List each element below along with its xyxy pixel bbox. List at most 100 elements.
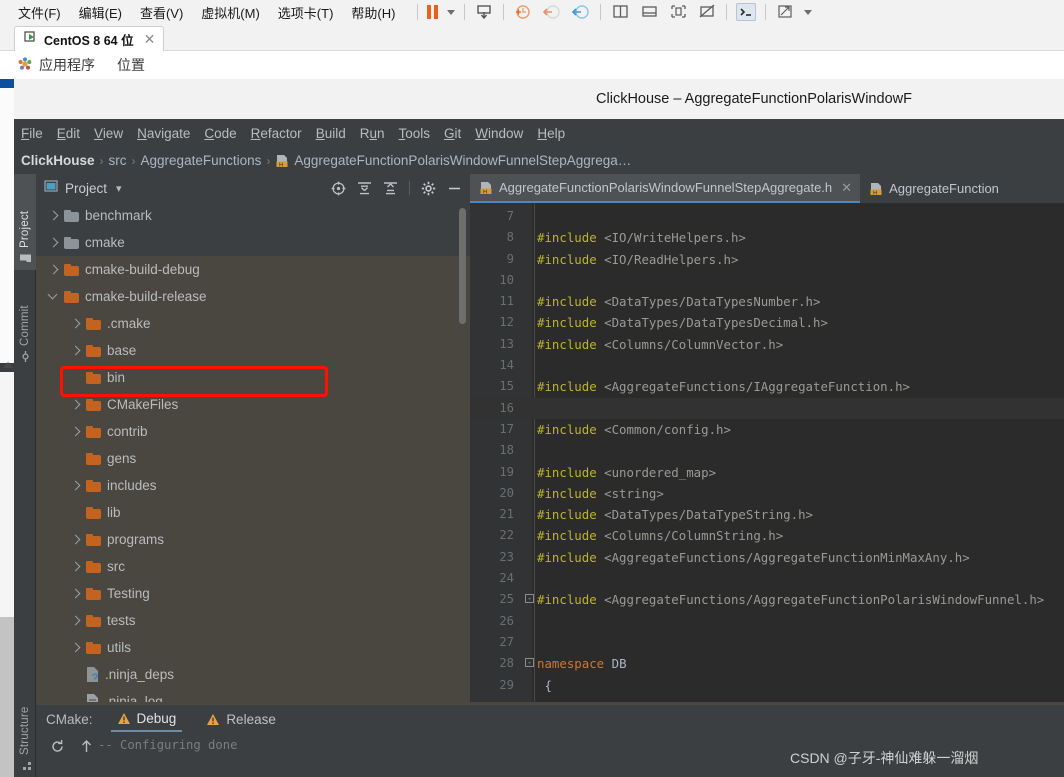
vm-menu-tabs[interactable]: 选项卡(T) (278, 3, 334, 22)
layout-stacked-icon[interactable] (639, 3, 659, 21)
tree-item-cmakefiles[interactable]: CMakeFiles (36, 391, 470, 418)
code-line[interactable]: 27 (470, 632, 1064, 653)
code-line[interactable]: 25 - #include <AggregateFunctions/Aggregat… (470, 589, 1064, 610)
tree-item-utils[interactable]: utils (36, 634, 470, 661)
editor-tab-0[interactable]: H AggregateFunctionPolarisWindowFunnelSte… (470, 174, 861, 203)
chevron-right-icon[interactable] (70, 642, 82, 654)
sidebar-item-commit[interactable]: Commit (14, 274, 36, 368)
ide-menu-file[interactable]: File (21, 126, 43, 141)
vm-menu-file[interactable]: 文件(F) (18, 3, 61, 22)
gnome-places-menu[interactable]: 位置 (117, 55, 145, 75)
chevron-right-icon[interactable] (70, 345, 82, 357)
ide-menu-window[interactable]: Window (475, 126, 523, 141)
code-line[interactable]: 17 #include <Common/config.h> (470, 419, 1064, 440)
code-line[interactable]: 29 { (470, 675, 1064, 696)
cmake-tab-debug[interactable]: Debug (110, 707, 183, 732)
code-line[interactable]: 20 #include <string> (470, 483, 1064, 504)
chevron-right-icon[interactable] (48, 237, 60, 249)
tree-item-programs[interactable]: programs (36, 526, 470, 553)
ide-menu-navigate[interactable]: Navigate (137, 126, 190, 141)
code-line[interactable]: 13 #include <Columns/ColumnVector.h> (470, 334, 1064, 355)
chevron-right-icon[interactable] (48, 210, 60, 222)
cmake-tab-release[interactable]: Release (200, 707, 282, 732)
code-line[interactable]: 21 #include <DataTypes/DataTypeString.h> (470, 504, 1064, 525)
chevron-right-icon[interactable] (70, 399, 82, 411)
vm-menu-help[interactable]: 帮助(H) (351, 3, 395, 22)
no-display-icon[interactable] (697, 3, 717, 21)
tree-item-base[interactable]: base (36, 337, 470, 364)
ide-menu-view[interactable]: View (94, 126, 123, 141)
tree-item-cmake-build-debug[interactable]: cmake-build-debug (36, 256, 470, 283)
code-line[interactable]: 10 (470, 270, 1064, 291)
breadcrumb-item-clickhouse[interactable]: ClickHouse (21, 153, 95, 168)
vm-tab-centos[interactable]: CentOS 8 64 位 ✕ (14, 26, 165, 51)
editor-tab-1[interactable]: H AggregateFunction (860, 174, 1007, 203)
tree-item-ninja_deps[interactable]: .ninja_deps (36, 661, 470, 688)
ide-menu-tools[interactable]: Tools (399, 126, 431, 141)
tree-item-bin[interactable]: bin (36, 364, 470, 391)
fullscreen-caret-icon[interactable] (804, 9, 813, 15)
snapshot-revert-icon[interactable] (542, 3, 562, 21)
ide-menu-code[interactable]: Code (204, 126, 236, 141)
code-line[interactable]: 8 #include <IO/WriteHelpers.h> (470, 227, 1064, 248)
code-fold-marker[interactable]: - (525, 658, 534, 668)
pause-icon[interactable] (427, 5, 439, 19)
tree-item-testing[interactable]: Testing (36, 580, 470, 607)
snapshot-take-icon[interactable] (513, 3, 533, 21)
rerun-cmake-icon[interactable] (50, 739, 65, 754)
code-line[interactable]: 23 #include <AggregateFunctions/Aggregate… (470, 547, 1064, 568)
code-line[interactable]: 22 #include <Columns/ColumnString.h> (470, 525, 1064, 546)
chevron-down-icon[interactable]: ▾ (116, 182, 122, 195)
ide-menu-git[interactable]: Git (444, 126, 461, 141)
snapshot-manager-icon[interactable] (571, 3, 591, 21)
chevron-right-icon[interactable] (48, 264, 60, 276)
project-tree[interactable]: benchmark cmake cmake-build-debug cmake-bui… (36, 202, 470, 702)
tree-item-gens[interactable]: gens (36, 445, 470, 472)
vm-menu-edit[interactable]: 编辑(E) (79, 3, 122, 22)
chevron-right-icon[interactable] (70, 426, 82, 438)
code-line[interactable]: 7 (470, 206, 1064, 227)
code-line[interactable]: 26 (470, 611, 1064, 632)
code-line[interactable]: 14 (470, 355, 1064, 376)
breadcrumb-item-src[interactable]: src (109, 153, 127, 168)
code-line[interactable]: 19 #include <unordered_map> (470, 462, 1064, 483)
tree-item-src[interactable]: src (36, 553, 470, 580)
expand-all-icon[interactable] (357, 181, 372, 196)
layout-sidebyside-icon[interactable] (610, 3, 630, 21)
code-line[interactable]: 9 #include <IO/ReadHelpers.h> (470, 249, 1064, 270)
collapse-all-icon[interactable] (383, 181, 398, 196)
tree-item-cmake[interactable]: cmake (36, 229, 470, 256)
tree-item-cmake-build-release[interactable]: cmake-build-release (36, 283, 470, 310)
tree-item-contrib[interactable]: contrib (36, 418, 470, 445)
settings-gear-icon[interactable] (421, 181, 436, 196)
ide-menu-refactor[interactable]: Refactor (251, 126, 302, 141)
hide-panel-icon[interactable] (447, 181, 462, 196)
tree-item-ninja_log[interactable]: .ninja_log (36, 688, 470, 702)
chevron-down-icon[interactable] (48, 291, 60, 303)
ide-menu-edit[interactable]: Edit (57, 126, 80, 141)
scroll-from-source-icon[interactable] (331, 181, 346, 196)
code-editor[interactable]: 7 8 #include <IO/WriteHelpers.h> 9 #include … (470, 203, 1064, 702)
code-lines[interactable]: 7 8 #include <IO/WriteHelpers.h> 9 #include … (470, 206, 1064, 696)
vm-menu-vm[interactable]: 虚拟机(M) (201, 3, 260, 22)
sidebar-item-project[interactable]: Project (14, 174, 36, 270)
code-fold-marker[interactable]: - (525, 594, 534, 604)
tree-item-lib[interactable]: lib (36, 499, 470, 526)
tree-item-cmake[interactable]: .cmake (36, 310, 470, 337)
send-ctrl-alt-del-icon[interactable] (474, 3, 494, 21)
dropdown-caret-icon[interactable] (447, 9, 456, 15)
ide-menu-help[interactable]: Help (537, 126, 565, 141)
vm-menu-view[interactable]: 查看(V) (140, 3, 183, 22)
code-line[interactable]: 15 #include <AggregateFunctions/IAggregat… (470, 376, 1064, 397)
code-line[interactable]: 16 (470, 397, 1064, 419)
chevron-right-icon[interactable] (70, 588, 82, 600)
chevron-right-icon[interactable] (70, 615, 82, 627)
ide-menu-build[interactable]: Build (316, 126, 346, 141)
tree-item-tests[interactable]: tests (36, 607, 470, 634)
project-tree-scrollbar[interactable] (459, 208, 466, 324)
code-line[interactable]: 24 (470, 568, 1064, 589)
code-line[interactable]: 11 #include <DataTypes/DataTypesNumber.h> (470, 291, 1064, 312)
close-icon[interactable]: ✕ (841, 180, 852, 196)
close-icon[interactable]: ✕ (144, 31, 156, 48)
unity-mode-icon[interactable] (668, 3, 688, 21)
